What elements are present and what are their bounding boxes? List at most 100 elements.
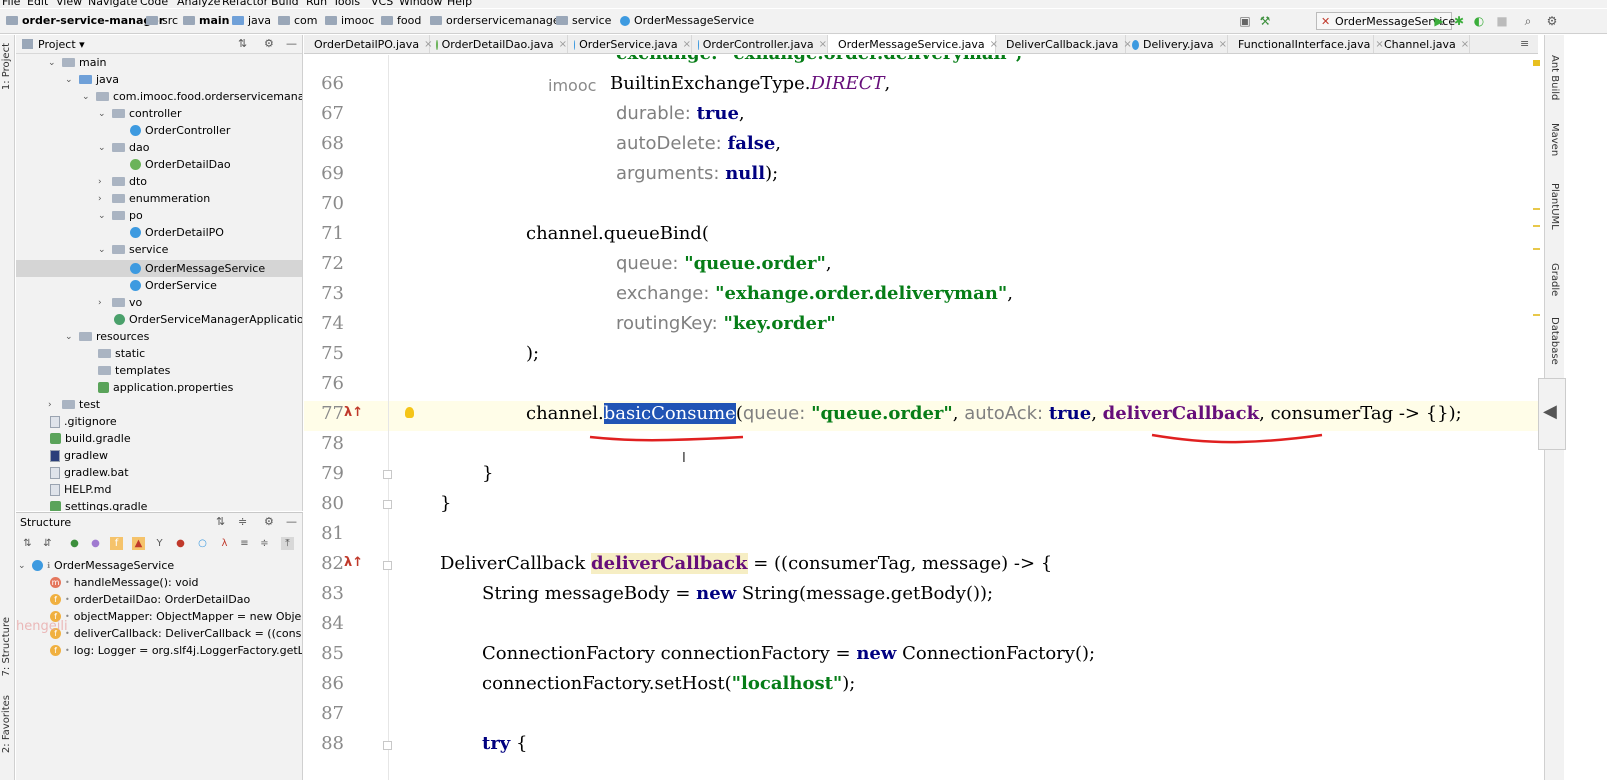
expand-all-icon[interactable]: ≡ [238, 537, 251, 550]
fold-marker-icon[interactable] [383, 470, 392, 479]
show-lambdas-icon[interactable]: Y [153, 537, 166, 550]
collapse-all-icon[interactable]: ⇅ [238, 37, 247, 50]
menu-tools[interactable]: Tools [333, 0, 360, 8]
tree-item-selected[interactable]: OrderMessageService [130, 260, 265, 277]
show-classes-icon[interactable]: ○ [196, 537, 209, 550]
debug-icon[interactable]: ✱ [1452, 14, 1466, 28]
fold-marker-icon[interactable] [383, 500, 392, 509]
project-title[interactable]: Project ▾ [38, 38, 85, 51]
lightbulb-icon[interactable] [405, 407, 414, 418]
breadcrumb-package[interactable]: orderservicemanager [430, 14, 564, 27]
tab-order-detail-po[interactable]: OrderDetailPO.java × [304, 35, 432, 53]
search-icon[interactable]: ⌕ [1521, 14, 1535, 28]
tree-item[interactable]: OrderServiceManagerApplication [114, 311, 302, 328]
menu-navigate[interactable]: Navigate [88, 0, 137, 8]
fold-marker-icon[interactable] [383, 561, 392, 570]
show-inherited-icon[interactable]: ● [68, 537, 81, 550]
tree-item[interactable]: HELP.md [50, 481, 111, 498]
tree-item[interactable]: static [98, 345, 145, 362]
show-anonymous-icon[interactable]: ● [174, 537, 187, 550]
tool-tab-project[interactable]: 1: Project [1, 43, 12, 90]
video-overlay-panel[interactable]: ◀ [1538, 378, 1566, 450]
tree-item[interactable]: ⌄ po [98, 207, 143, 224]
gear-icon[interactable]: ⚙ [264, 515, 274, 528]
tree-item[interactable]: ⌄ main [48, 54, 106, 71]
structure-member[interactable]: f • log: Logger = org.slf4j.LoggerFactory.… [50, 642, 302, 659]
minimize-icon[interactable]: — [286, 37, 297, 50]
build-hammer-icon[interactable]: ⚒ [1258, 14, 1272, 28]
structure-member[interactable]: f • objectMapper: ObjectMapper = new Objec… [50, 608, 302, 625]
breadcrumb-project[interactable]: order-service-manager [6, 14, 164, 27]
error-stripe-marker[interactable] [1533, 248, 1540, 250]
tree-item[interactable]: OrderDetailDao [130, 156, 231, 173]
sort-visibility-icon[interactable]: ⇵ [41, 537, 54, 550]
collapse-icon[interactable]: ≑ [238, 515, 247, 528]
breadcrumb-java[interactable]: java [232, 14, 271, 27]
menu-file[interactable]: File [2, 0, 20, 8]
tab-order-service[interactable]: OrderService.java × [568, 35, 692, 53]
tool-tab-gradle[interactable]: Gradle [1549, 263, 1560, 296]
close-icon[interactable]: × [1461, 39, 1469, 50]
error-stripe-marker[interactable] [1533, 314, 1540, 316]
play-back-icon[interactable]: ◀ [1543, 401, 1557, 422]
coverage-icon[interactable]: ◐ [1472, 14, 1486, 28]
show-properties-icon[interactable]: ● [89, 537, 102, 550]
tree-item[interactable]: OrderController [130, 122, 230, 139]
menu-code[interactable]: Code [140, 0, 168, 8]
tool-tab-structure[interactable]: 7: Structure [1, 617, 12, 676]
tree-item[interactable]: ⌄ com.imooc.food.orderservicemanager [82, 88, 302, 105]
code-editor[interactable]: exchange: "exhange.order.deliveryman", 6… [304, 55, 1538, 780]
menu-refactor[interactable]: Refactor [222, 0, 268, 8]
stop-icon[interactable]: ■ [1495, 14, 1509, 28]
tree-item[interactable]: ⌄ controller [98, 105, 181, 122]
tree-item[interactable]: application.properties [98, 379, 233, 396]
close-icon[interactable]: × [819, 39, 827, 50]
tree-item[interactable]: build.gradle [50, 430, 131, 447]
structure-member[interactable]: f • orderDetailDao: OrderDetailDao [50, 591, 250, 608]
close-icon[interactable]: × [683, 39, 691, 50]
tree-item[interactable]: gradlew.bat [50, 464, 129, 481]
tree-item[interactable]: › enummeration [98, 190, 210, 207]
breadcrumb-food[interactable]: food [381, 14, 421, 27]
close-icon[interactable]: × [559, 39, 567, 50]
lambda-icon[interactable]: λ [218, 537, 231, 550]
tool-tab-ant-build[interactable]: Ant Build [1549, 55, 1560, 100]
structure-root[interactable]: ⌄ ℹ OrderMessageService [18, 557, 174, 574]
minimize-icon[interactable]: — [286, 515, 297, 528]
tab-deliver-callback[interactable]: DeliverCallback.java × [996, 35, 1132, 53]
structure-member[interactable]: f • deliverCallback: DeliverCallback = ((c… [50, 625, 302, 642]
breadcrumb-main[interactable]: main [183, 14, 230, 27]
tool-tab-database[interactable]: Database [1549, 317, 1560, 365]
menu-analyze[interactable]: Analyze [177, 0, 220, 8]
show-non-public-icon[interactable]: ▲ [132, 537, 145, 550]
tree-item[interactable]: ⌄ dao [98, 139, 149, 156]
structure-member[interactable]: m • handleMessage(): void [50, 574, 198, 591]
tab-order-controller[interactable]: OrderController.java × [692, 35, 828, 53]
tree-item[interactable]: ⌄ resources [65, 328, 149, 345]
lambda-gutter-icon[interactable]: λ↑ [344, 555, 363, 570]
breadcrumb-imooc[interactable]: imooc [325, 14, 374, 27]
menu-edit[interactable]: Edit [27, 0, 48, 8]
tree-item[interactable]: gradlew [50, 447, 108, 464]
collapse-all-icon[interactable]: ≑ [258, 537, 271, 550]
close-icon[interactable]: × [1219, 39, 1227, 50]
settings-icon[interactable]: ⚙ [1545, 14, 1559, 28]
project-structure-icon[interactable]: ▣ [1238, 14, 1252, 28]
breadcrumb-service[interactable]: service [556, 14, 611, 27]
tool-tab-maven[interactable]: Maven [1549, 123, 1560, 156]
tree-item[interactable]: › dto [98, 173, 147, 190]
breadcrumb-class[interactable]: OrderMessageService [620, 14, 754, 27]
tab-overflow-icon[interactable]: ≡ [1520, 37, 1529, 50]
lambda-gutter-icon[interactable]: λ↑ [344, 405, 363, 420]
gear-icon[interactable]: ⚙ [264, 37, 274, 50]
breadcrumb-src[interactable]: src [146, 14, 178, 27]
tab-delivery[interactable]: Delivery.java × [1126, 35, 1228, 53]
tree-item[interactable]: .gitignore [50, 413, 117, 430]
tool-tab-favorites[interactable]: 2: Favorites [1, 695, 12, 753]
tree-item[interactable]: › vo [98, 294, 142, 311]
tree-item[interactable]: OrderService [130, 277, 217, 294]
error-stripe-marker[interactable] [1533, 60, 1540, 66]
run-icon[interactable]: ▶ [1432, 14, 1446, 28]
menu-vcs[interactable]: VCS [371, 0, 393, 8]
tab-order-detail-dao[interactable]: OrderDetailDao.java × [430, 35, 568, 53]
